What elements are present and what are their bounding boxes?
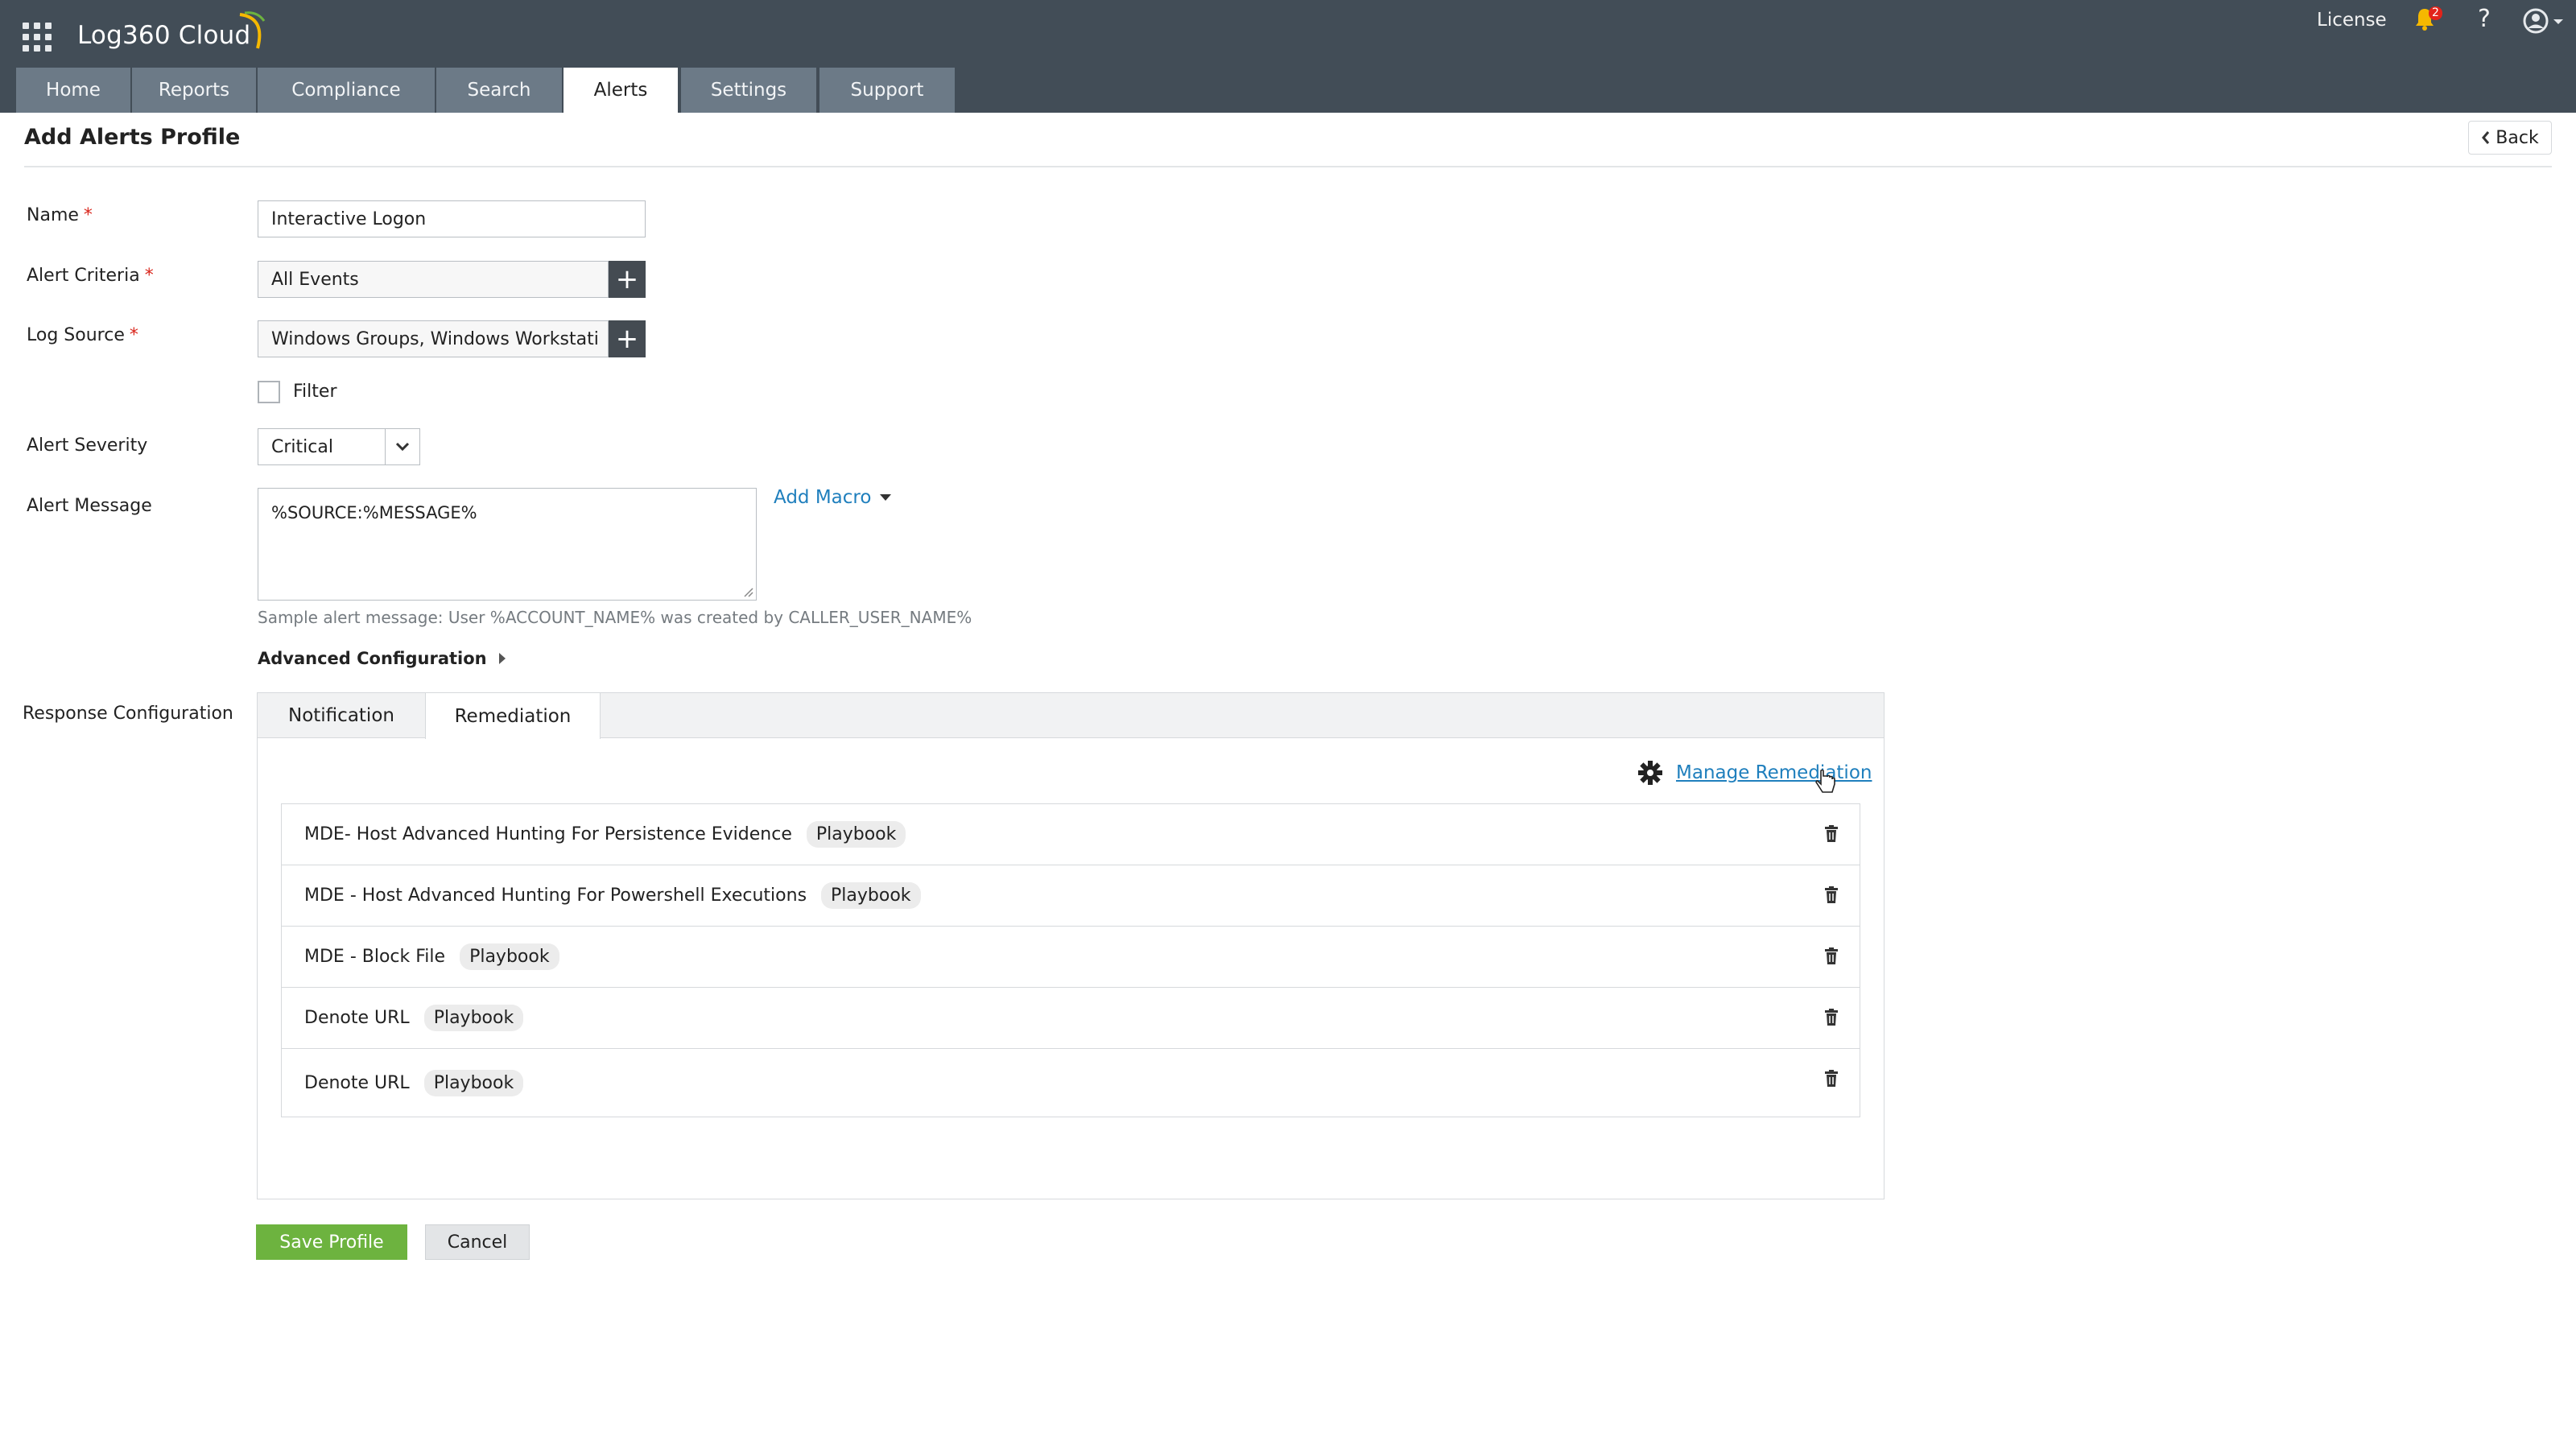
advanced-configuration-toggle[interactable]: Advanced Configuration bbox=[258, 649, 506, 668]
log-source-field[interactable]: Windows Groups, Windows Workstati bbox=[258, 320, 609, 357]
alert-severity-value: Critical bbox=[271, 437, 333, 457]
top-bar: Log360 Cloud License 2 ? Home Reports Co… bbox=[0, 0, 2576, 113]
trash-icon[interactable] bbox=[1824, 947, 1839, 965]
page-title: Add Alerts Profile bbox=[24, 125, 241, 150]
alert-criteria-label: Alert Criteria * bbox=[27, 266, 154, 286]
license-link[interactable]: License bbox=[2317, 10, 2387, 31]
add-alert-criteria-button[interactable]: + bbox=[609, 261, 646, 298]
gear-icon bbox=[1638, 761, 1662, 785]
notification-count-badge: 2 bbox=[2429, 6, 2442, 20]
trash-icon[interactable] bbox=[1824, 886, 1839, 904]
tab-remediation[interactable]: Remediation bbox=[425, 693, 601, 739]
hand-cursor-icon bbox=[1815, 770, 1835, 793]
user-menu-icon[interactable] bbox=[2523, 8, 2570, 35]
filter-label: Filter bbox=[293, 382, 337, 402]
chevron-left-icon bbox=[2482, 131, 2490, 144]
playbook-tag: Playbook bbox=[423, 1005, 524, 1031]
back-button-label: Back bbox=[2496, 127, 2539, 148]
cancel-button[interactable]: Cancel bbox=[425, 1224, 530, 1260]
tab-alerts[interactable]: Alerts bbox=[564, 68, 678, 113]
required-mark: * bbox=[129, 325, 138, 345]
back-button[interactable]: Back bbox=[2468, 121, 2552, 155]
caret-right-icon bbox=[498, 653, 506, 664]
alert-message-label: Alert Message bbox=[27, 496, 152, 516]
response-configuration-label: Response Configuration bbox=[23, 704, 233, 724]
remediation-row: Denote URL Playbook bbox=[282, 1049, 1860, 1117]
remediation-row: MDE - Block File Playbook bbox=[282, 927, 1860, 988]
tab-support[interactable]: Support bbox=[819, 68, 955, 113]
alert-criteria-field[interactable]: All Events bbox=[258, 261, 609, 298]
caret-down-icon bbox=[880, 494, 892, 501]
alert-message-text: %SOURCE:%MESSAGE% bbox=[271, 503, 477, 522]
tab-search[interactable]: Search bbox=[436, 68, 562, 113]
trash-icon[interactable] bbox=[1824, 825, 1839, 843]
remediation-list: MDE- Host Advanced Hunting For Persisten… bbox=[281, 803, 1860, 1117]
trash-icon[interactable] bbox=[1824, 1009, 1839, 1026]
add-log-source-button[interactable]: + bbox=[609, 320, 646, 357]
log-source-label-text: Log Source bbox=[27, 325, 125, 345]
alert-severity-label: Alert Severity bbox=[27, 436, 148, 456]
remediation-name: MDE - Block File bbox=[304, 947, 446, 967]
header-divider bbox=[24, 166, 2552, 167]
response-tabs: Notification Remediation bbox=[258, 693, 1884, 739]
app-grid-icon[interactable] bbox=[23, 23, 55, 55]
tab-reports[interactable]: Reports bbox=[132, 68, 256, 113]
tab-compliance[interactable]: Compliance bbox=[258, 68, 435, 113]
advanced-configuration-label: Advanced Configuration bbox=[258, 649, 487, 668]
sample-message-hint: Sample alert message: User %ACCOUNT_NAME… bbox=[258, 608, 972, 627]
alert-criteria-label-text: Alert Criteria bbox=[27, 266, 140, 286]
remediation-name: Denote URL bbox=[304, 1008, 410, 1028]
playbook-tag: Playbook bbox=[460, 943, 559, 970]
brand-logo-text: Log360 Cloud bbox=[77, 21, 251, 50]
remediation-name: Denote URL bbox=[304, 1072, 410, 1093]
help-icon[interactable]: ? bbox=[2478, 5, 2491, 33]
filter-checkbox[interactable] bbox=[258, 381, 280, 403]
brand-logo-arc-icon bbox=[239, 11, 266, 49]
playbook-tag: Playbook bbox=[423, 1069, 524, 1096]
tab-settings[interactable]: Settings bbox=[681, 68, 816, 113]
remediation-row: MDE- Host Advanced Hunting For Persisten… bbox=[282, 804, 1860, 865]
remediation-name: MDE- Host Advanced Hunting For Persisten… bbox=[304, 824, 792, 844]
alert-severity-select[interactable]: Critical bbox=[258, 428, 420, 465]
remediation-row: MDE - Host Advanced Hunting For Powershe… bbox=[282, 865, 1860, 927]
tab-home[interactable]: Home bbox=[16, 68, 130, 113]
remediation-row: Denote URL Playbook bbox=[282, 988, 1860, 1049]
chevron-down-icon bbox=[385, 429, 419, 464]
remediation-name: MDE - Host Advanced Hunting For Powershe… bbox=[304, 886, 807, 906]
name-input[interactable]: Interactive Logon bbox=[258, 200, 646, 237]
alert-message-textarea[interactable]: %SOURCE:%MESSAGE% bbox=[258, 488, 757, 601]
add-macro-label: Add Macro bbox=[774, 487, 872, 508]
log-source-label: Log Source * bbox=[27, 325, 138, 345]
add-macro-dropdown[interactable]: Add Macro bbox=[774, 487, 892, 508]
name-label-text: Name bbox=[27, 205, 79, 225]
required-mark: * bbox=[83, 205, 93, 225]
tab-notification[interactable]: Notification bbox=[258, 693, 425, 738]
required-mark: * bbox=[144, 266, 154, 286]
playbook-tag: Playbook bbox=[806, 821, 906, 848]
manage-remediation-label: Manage Remediation bbox=[1676, 762, 1872, 783]
playbook-tag: Playbook bbox=[821, 882, 921, 909]
save-profile-button[interactable]: Save Profile bbox=[256, 1224, 407, 1260]
name-label: Name * bbox=[27, 205, 93, 225]
trash-icon[interactable] bbox=[1824, 1070, 1839, 1088]
resize-handle-icon[interactable] bbox=[741, 585, 754, 598]
